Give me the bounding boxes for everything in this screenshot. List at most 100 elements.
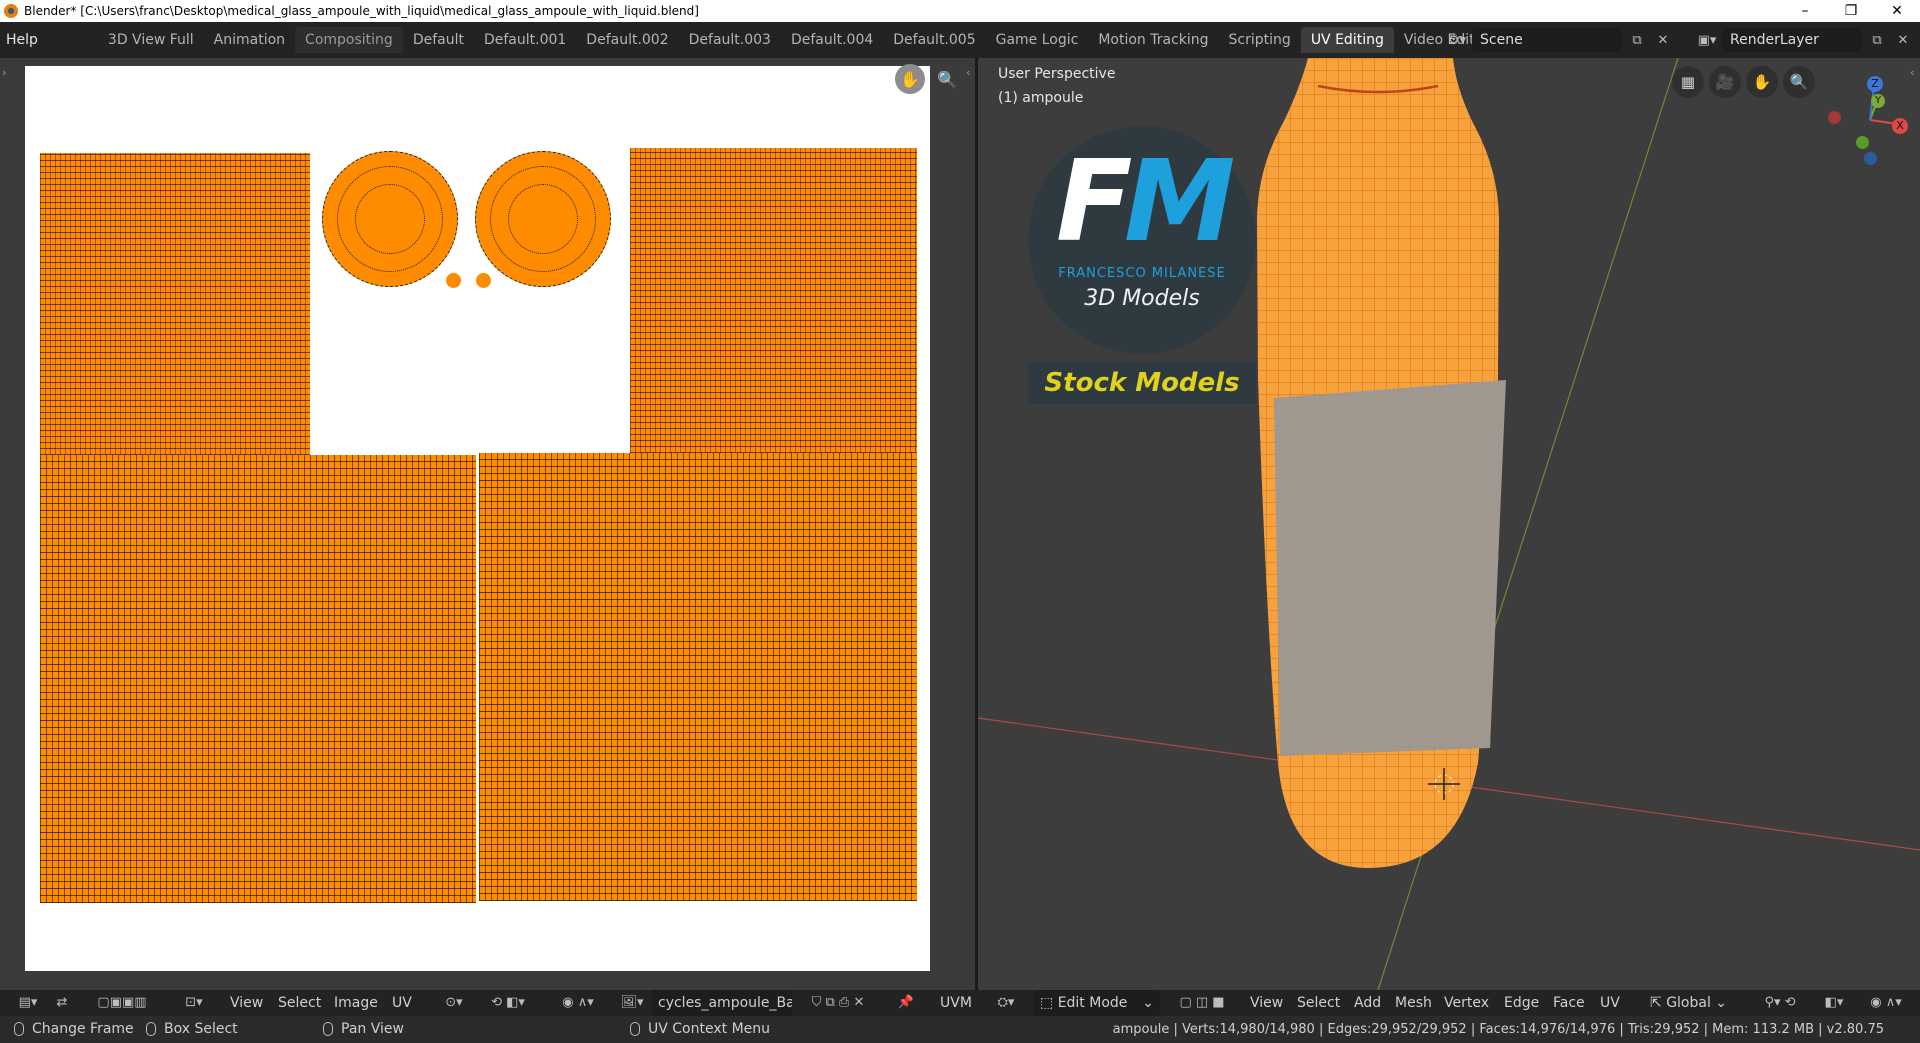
chevron-down-icon: ⌄ <box>1710 995 1728 1011</box>
viewport-snap-icons[interactable]: ⚲▾ ⟲ <box>1750 992 1810 1014</box>
editor-type-icon[interactable]: ▤▾ <box>12 992 44 1014</box>
tab-motion-tracking[interactable]: Motion Tracking <box>1088 27 1218 53</box>
uv-menu-image[interactable]: Image <box>334 990 378 1016</box>
perspective-label: User Perspective <box>998 66 1116 82</box>
close-button[interactable]: ✕ <box>1874 0 1920 22</box>
delete-render-layer-icon[interactable]: ✕ <box>1892 29 1914 51</box>
render-layer-field[interactable]: RenderLayer <box>1722 28 1862 52</box>
selection-mode-icons[interactable]: ▢▣▣▥ <box>82 992 162 1014</box>
uv-island-top-left <box>40 153 310 455</box>
scene-name-field[interactable]: Scene <box>1472 28 1622 52</box>
gizmo-y-axis[interactable]: Y <box>1871 94 1885 108</box>
sidebar-expand-arrow-icon[interactable]: ‹ <box>1910 66 1914 79</box>
image-actions-icons[interactable]: ⛉ ⧉ ⎙ ✕ <box>796 992 880 1014</box>
hint-pan-view: Pan View <box>323 1016 404 1043</box>
uv-island-dot-right <box>476 273 491 288</box>
viewport-editor-type-icon[interactable]: ⛭▾ <box>990 992 1022 1014</box>
gizmo-neg-z-axis[interactable] <box>1864 152 1877 165</box>
status-bar: Change Frame Box Select Pan View UV Cont… <box>0 1016 1920 1043</box>
minimize-button[interactable]: – <box>1782 0 1828 22</box>
uv-menu-view[interactable]: View <box>230 990 263 1016</box>
tab-default-003[interactable]: Default.003 <box>679 27 781 53</box>
tab-default-004[interactable]: Default.004 <box>781 27 883 53</box>
toggle-camera-view-grid-icon[interactable]: ▦ <box>1672 66 1704 98</box>
mouse-middle-icon <box>146 1022 156 1036</box>
blender-logo-icon <box>4 4 18 18</box>
sidebar-collapse-arrow-icon[interactable]: ‹ <box>966 66 970 79</box>
image-browse-icon[interactable]: 🖼▾ <box>618 992 646 1014</box>
gizmo-neg-x-axis[interactable] <box>1828 111 1841 124</box>
zoom-icon[interactable]: 🔍 <box>1783 66 1815 98</box>
tab-uv-editing[interactable]: UV Editing <box>1300 27 1394 53</box>
snap-icon[interactable]: ⟲ ◧▾ <box>478 992 538 1014</box>
vp-menu-vertex[interactable]: Vertex <box>1444 990 1489 1016</box>
gizmo-neg-y-axis[interactable] <box>1856 136 1869 149</box>
vp-menu-add[interactable]: Add <box>1354 990 1381 1016</box>
uv-menu-select[interactable]: Select <box>278 990 321 1016</box>
uv-island-bottom-right <box>479 453 917 901</box>
tab-default-001[interactable]: Default.001 <box>474 27 576 53</box>
uv-island-disc-right <box>475 151 611 287</box>
image-name-field[interactable]: cycles_ampoule_Ba... <box>652 990 792 1016</box>
tab-compositing[interactable]: Compositing <box>295 27 403 53</box>
edit-mode-icon: ⬚ <box>1040 995 1058 1011</box>
uv-island-disc-left <box>322 151 458 287</box>
mode-selector[interactable]: ⬚ Edit Mode ⌄ <box>1034 990 1160 1016</box>
uv-editor-area[interactable]: › ✋ 🔍 ‹ <box>0 58 975 990</box>
orientation-icon: ⇱ <box>1650 995 1667 1011</box>
scene-statistics: ampoule | Verts:14,980/14,980 | Edges:29… <box>1112 1022 1884 1037</box>
tab-default-002[interactable]: Default.002 <box>576 27 678 53</box>
tab-game-logic[interactable]: Game Logic <box>986 27 1089 53</box>
uv-canvas[interactable] <box>25 66 930 971</box>
viewport-snap-target-icon[interactable]: ◧▾ <box>1814 992 1854 1014</box>
window-title: Blender* [C:\Users\franc\Desktop\medical… <box>24 4 699 18</box>
tab-default-005[interactable]: Default.005 <box>883 27 985 53</box>
tab-scripting[interactable]: Scripting <box>1219 27 1301 53</box>
toolbar-expand-arrow-icon[interactable]: › <box>2 66 6 79</box>
uv-map-field[interactable]: UVM <box>940 990 972 1016</box>
viewport-proportional-edit-icon[interactable]: ◉ ∧▾ <box>1858 992 1914 1014</box>
uv-island-top-right <box>630 148 917 453</box>
sync-selection-icon[interactable]: ⇄ <box>52 992 72 1014</box>
new-render-layer-icon[interactable]: ⧉ <box>1866 29 1888 51</box>
vp-menu-mesh[interactable]: Mesh <box>1395 990 1432 1016</box>
delete-scene-icon[interactable]: ✕ <box>1652 29 1674 51</box>
editor-headers: ▤▾ ⇄ ▢▣▣▥ ⊡▾ View Select Image UV ⊙▾ ⟲ ◧… <box>0 990 1920 1016</box>
select-mode-icons[interactable]: ▢ ◫ ■ <box>1168 992 1236 1014</box>
chevron-down-icon: ⌄ <box>1142 995 1154 1011</box>
pan-hand-icon[interactable]: ✋ <box>895 64 925 94</box>
fm-watermark: F M FRANCESCO MILANESE 3D Models Stock M… <box>1028 126 1256 404</box>
vp-menu-select[interactable]: Select <box>1297 990 1340 1016</box>
tab-animation[interactable]: Animation <box>204 27 295 53</box>
fm-logo: F M FRANCESCO MILANESE 3D Models <box>1028 126 1256 354</box>
vp-menu-view[interactable]: View <box>1250 990 1283 1016</box>
gizmo-z-axis[interactable]: Z <box>1867 76 1883 92</box>
transform-orientation-selector[interactable]: ⇱ Global ⌄ <box>1650 990 1727 1016</box>
uv-island-bottom-left <box>40 455 476 903</box>
workspace-topbar: Help 3D View Full Animation Compositing … <box>0 22 1920 58</box>
navigation-gizmo[interactable]: Z Y X <box>1818 68 1918 168</box>
pin-icon[interactable]: 📌 <box>896 992 916 1014</box>
pan-hand-icon[interactable]: ✋ <box>1746 66 1778 98</box>
pivot-point-icon[interactable]: ⊙▾ <box>440 992 468 1014</box>
render-layer-icon[interactable]: ▣▾ <box>1696 29 1718 51</box>
help-menu[interactable]: Help <box>0 32 48 48</box>
mouse-middle-icon <box>323 1022 333 1036</box>
vp-menu-edge[interactable]: Edge <box>1504 990 1539 1016</box>
3d-viewport-area[interactable]: User Perspective (1) ampoule F M FRANCES… <box>978 58 1920 990</box>
sticky-selection-icon[interactable]: ⊡▾ <box>180 992 208 1014</box>
restore-button[interactable]: ❐ <box>1828 0 1874 22</box>
vp-menu-face[interactable]: Face <box>1553 990 1585 1016</box>
camera-icon[interactable]: 🎥 <box>1709 66 1741 98</box>
object-label: (1) ampoule <box>998 90 1084 106</box>
uv-menu-uv[interactable]: UV <box>392 990 412 1016</box>
gizmo-x-axis[interactable]: X <box>1892 118 1908 134</box>
tab-3d-view-full[interactable]: 3D View Full <box>98 27 204 53</box>
proportional-edit-icon[interactable]: ◉ ∧▾ <box>548 992 608 1014</box>
zoom-icon[interactable]: 🔍 <box>932 64 962 94</box>
hint-box-select: Box Select <box>146 1016 238 1043</box>
vp-menu-uv[interactable]: UV <box>1600 990 1620 1016</box>
new-scene-icon[interactable]: ⧉ <box>1626 29 1648 51</box>
scene-icon[interactable]: ⚙▾ <box>1446 29 1468 51</box>
tab-default[interactable]: Default <box>403 27 474 53</box>
